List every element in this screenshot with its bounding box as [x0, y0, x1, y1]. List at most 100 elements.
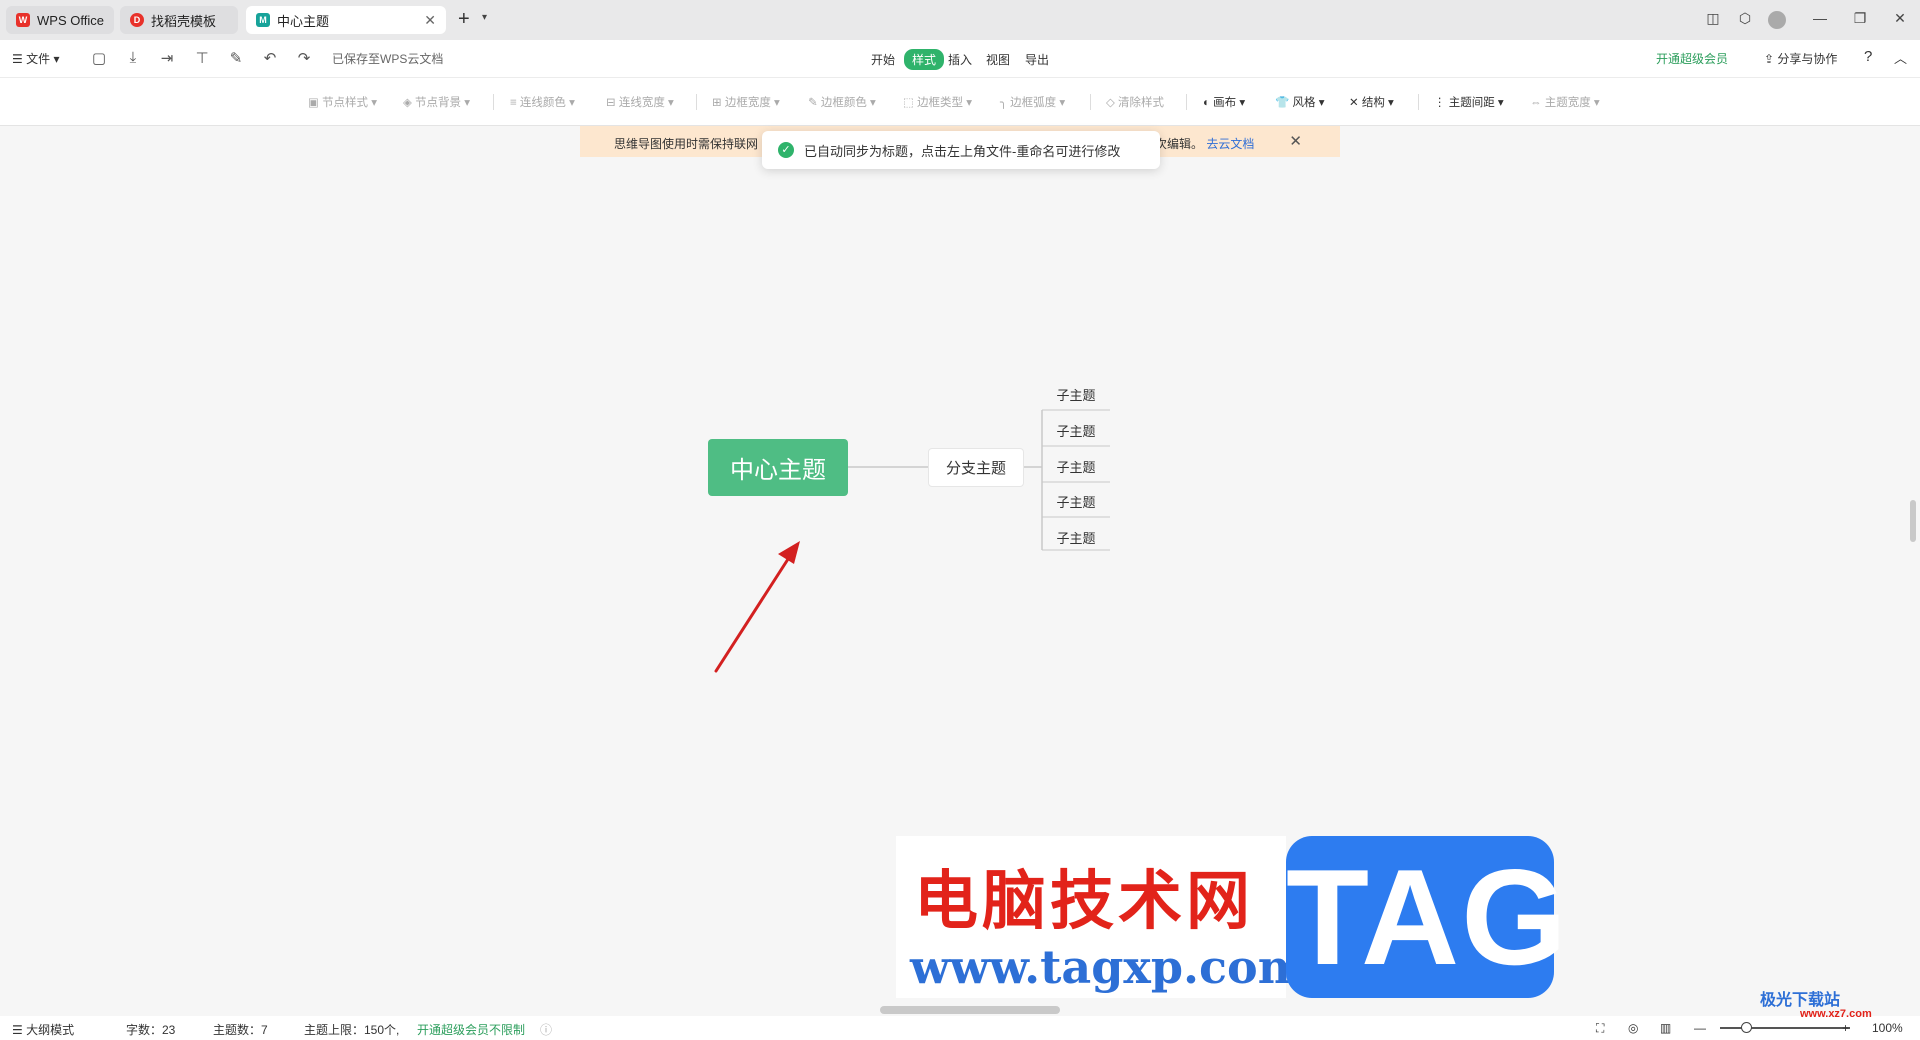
zoom-slider[interactable] [1720, 1027, 1850, 1029]
clear-style-button[interactable]: ◇ 清除样式 [1106, 94, 1164, 110]
tab-bar: W WPS Office D 找稻壳模板 M 中心主题 ✕ + ▾ ◫ ⬡ — … [0, 0, 1920, 40]
branch-topic-node[interactable]: 分支主题 [928, 448, 1024, 487]
topic-unlimited-link[interactable]: 开通超级会员不限制 [417, 1021, 525, 1038]
map-icon[interactable]: ▥ [1660, 1021, 1671, 1035]
divider [1186, 94, 1187, 110]
locate-icon[interactable]: ◎ [1628, 1021, 1638, 1035]
new-tab-button[interactable]: + [458, 8, 470, 30]
theme-style-button[interactable]: 👕 风格 ▾ [1275, 94, 1324, 110]
help-icon[interactable]: ? [1864, 48, 1872, 65]
avatar[interactable] [1768, 11, 1786, 29]
zoom-in-icon[interactable]: + [1842, 1021, 1849, 1035]
export-icon[interactable]: ⇥ [158, 49, 176, 67]
tab-style[interactable]: 样式 [904, 49, 945, 70]
line-color-button[interactable]: ≡ 连线颜色 ▾ [510, 94, 575, 110]
notice-text-end: 次编辑。 去云文档 [1155, 135, 1254, 152]
watermark-tag-logo: TAG [1286, 836, 1567, 998]
tab-start[interactable]: 开始 [867, 49, 899, 70]
status-bar: ☰ 大纲模式 字数：23 主题数：7 主题上限：150个, 开通超级会员不限制 … [0, 1016, 1920, 1040]
daoke-icon: D [130, 13, 144, 27]
tab-mindmap[interactable]: M 中心主题 ✕ [246, 6, 446, 34]
divider [1090, 94, 1091, 110]
close-window-icon[interactable]: ✕ [1890, 10, 1910, 27]
tab-wps-office[interactable]: W WPS Office [6, 6, 114, 34]
toast-text: 已自动同步为标题，点击左上角文件-重命名可进行修改 [804, 143, 1121, 159]
zoom-level: 100% [1872, 1021, 1903, 1035]
subtopic-node[interactable]: 子主题 [1042, 487, 1110, 519]
outline-mode-button[interactable]: ☰ 大纲模式 [12, 1021, 74, 1038]
item-label: 节点背景 [415, 97, 462, 109]
redo-icon[interactable]: ↷ [295, 49, 313, 67]
border-width-button[interactable]: ⊞ 边框宽度 ▾ [712, 94, 780, 110]
zoom-slider-thumb[interactable] [1741, 1022, 1752, 1033]
subtopic-node[interactable]: 子主题 [1042, 416, 1110, 448]
watermark: 电脑技术网 www.tagxp.com TAG [896, 836, 1567, 998]
check-icon: ✓ [778, 142, 794, 158]
saved-status: 已保存至WPS云文档 [332, 52, 444, 66]
item-label: 主题宽度 [1544, 97, 1591, 109]
notice-tail: 次编辑。 [1155, 137, 1204, 151]
topic-count: 主题数：7 [213, 1023, 268, 1037]
line-width-button[interactable]: ⊟ 连线宽度 ▾ [606, 94, 674, 110]
chevron-down-icon[interactable]: ▾ [482, 12, 487, 23]
node-style-button[interactable]: ▣ 节点样式 ▾ [308, 94, 377, 110]
tab-export[interactable]: 导出 [1021, 49, 1053, 70]
collapse-icon[interactable]: ︿ [1894, 48, 1907, 67]
center-topic-node[interactable]: 中心主题 [708, 439, 848, 496]
file-menu-label: 文件 [26, 52, 51, 66]
notice-text: 思维导图使用时需保持联网 [614, 137, 759, 151]
topic-width-button[interactable]: ⇔ 主题宽度 ▾ [1530, 94, 1600, 110]
horizontal-scrollbar[interactable] [880, 1006, 1060, 1014]
item-label: 画布 [1213, 97, 1237, 109]
tab-label: WPS Office [37, 12, 104, 28]
divider [1418, 94, 1419, 110]
undo-icon[interactable]: ↶ [261, 49, 279, 67]
border-radius-button[interactable]: ╮ 边框弧度 ▾ [1000, 94, 1065, 110]
close-icon[interactable]: ✕ [424, 12, 436, 29]
tab-label: 中心主题 [277, 13, 330, 29]
tab-template[interactable]: D 找稻壳模板 [120, 6, 238, 34]
subtopic-node[interactable]: 子主题 [1042, 380, 1110, 412]
layout-icon[interactable]: ◫ [1703, 10, 1723, 27]
minimize-icon[interactable]: — [1810, 10, 1830, 26]
cloud-docs-link[interactable]: 去云文档 [1206, 137, 1254, 151]
subtopic-node[interactable]: 子主题 [1042, 452, 1110, 484]
divider [696, 94, 697, 110]
zoom-out-icon[interactable]: — [1694, 1021, 1706, 1035]
restore-icon[interactable]: ❐ [1850, 10, 1870, 27]
vip-link[interactable]: 开通超级会员 [1656, 50, 1728, 67]
node-background-button[interactable]: ◈ 节点背景 ▾ [403, 94, 470, 110]
border-color-button[interactable]: ✎ 边框颜色 ▾ [808, 94, 876, 110]
tab-view[interactable]: 视图 [982, 49, 1014, 70]
outline-label: 大纲模式 [26, 1023, 75, 1037]
item-label: 节点样式 [322, 97, 369, 109]
canvas-button[interactable]: ◐ 画布 ▾ [1203, 94, 1245, 110]
share-button[interactable]: ⇪ 分享与协作 [1764, 50, 1837, 67]
pen-icon[interactable]: ✎ [227, 49, 245, 67]
subtopic-node[interactable]: 子主题 [1042, 523, 1110, 555]
item-label: 风格 [1292, 97, 1316, 109]
item-label: 连线宽度 [618, 97, 665, 109]
watermark-title: 电脑技术网 [914, 864, 1254, 939]
corner-watermark-url: www.xz7.com [1800, 1008, 1872, 1020]
vertical-scrollbar[interactable] [1910, 500, 1916, 542]
border-type-button[interactable]: ⬚ 边框类型 ▾ [903, 94, 972, 110]
info-icon[interactable]: ⓘ [540, 1021, 552, 1038]
fit-screen-icon[interactable]: ⛶ [1596, 1021, 1604, 1036]
item-label: 连线颜色 [519, 97, 566, 109]
save-icon[interactable]: ▢ [90, 49, 108, 67]
share-label: 分享与协作 [1777, 52, 1838, 66]
item-label: 边框颜色 [820, 97, 867, 109]
tab-insert[interactable]: 插入 [944, 49, 976, 70]
close-icon[interactable]: ✕ [1289, 132, 1302, 150]
item-label: 边框弧度 [1010, 97, 1057, 109]
cube-icon[interactable]: ⬡ [1735, 10, 1755, 27]
file-menu[interactable]: ☰ 文件 ▾ [12, 50, 59, 67]
watermark-url: www.tagxp.com [910, 940, 1307, 994]
structure-button[interactable]: ✕ 结构 ▾ [1349, 94, 1394, 110]
style-toolbar: ▣ 节点样式 ▾ ◈ 节点背景 ▾ ≡ 连线颜色 ▾ ⊟ 连线宽度 ▾ ⊞ 边框… [0, 78, 1920, 126]
format-painter-icon[interactable]: ⊤ [193, 49, 211, 67]
topic-spacing-button[interactable]: ⋮ 主题间距 ▾ [1434, 94, 1504, 110]
item-label: 边框类型 [917, 97, 964, 109]
download-icon[interactable]: ⤓ [124, 49, 142, 66]
